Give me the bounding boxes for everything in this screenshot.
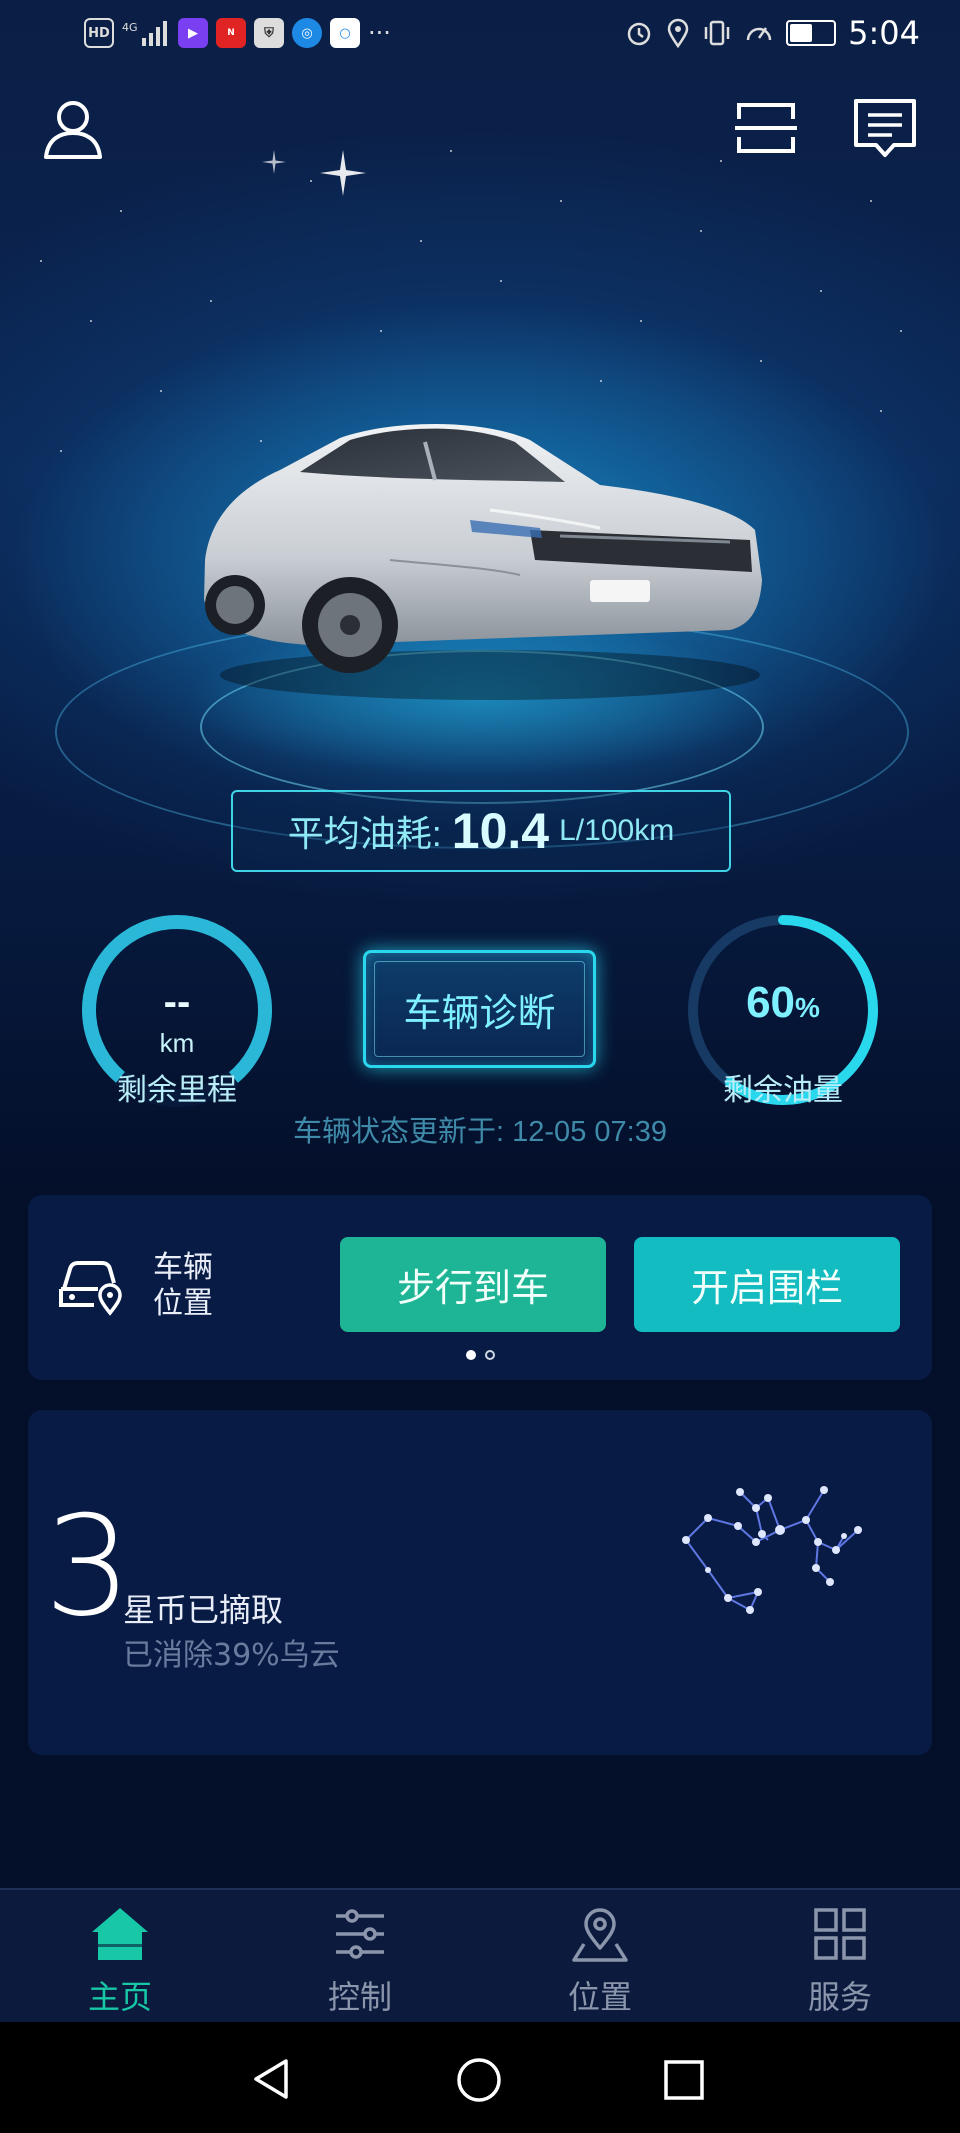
range-unit: km bbox=[159, 1028, 195, 1058]
range-caption: 剩余里程 bbox=[117, 1073, 237, 1108]
status-time: 5:04 bbox=[848, 14, 920, 52]
browser-app-icon: ◎ bbox=[292, 18, 322, 48]
page-indicator bbox=[466, 1350, 495, 1360]
page-dot bbox=[485, 1350, 495, 1360]
sparkle-icon bbox=[262, 150, 286, 174]
fuel-level-value: 60% bbox=[683, 978, 883, 1028]
search-app-icon: ○ bbox=[330, 18, 360, 48]
car-image bbox=[204, 424, 762, 700]
scan-icon[interactable] bbox=[733, 95, 799, 161]
constellation-icon bbox=[682, 1486, 862, 1614]
status-update-time: 车辆状态更新于: 12-05 07:39 bbox=[293, 1116, 667, 1148]
sliders-icon bbox=[336, 1909, 384, 1959]
tab-services-label: 服务 bbox=[807, 1978, 872, 2016]
tab-home-label: 主页 bbox=[87, 1978, 152, 2016]
label-line1: 车辆 bbox=[153, 1250, 213, 1285]
range-value: -- bbox=[163, 980, 191, 1024]
label-line2: 位置 bbox=[153, 1286, 213, 1321]
star-coin-text: 星币已摘取 bbox=[123, 1591, 284, 1629]
average-fuel-consumption: 平均油耗: 10.4 L/100km bbox=[231, 790, 731, 872]
shield-app-icon: ⛨ bbox=[254, 18, 284, 48]
star-coin-card[interactable]: 3 星币已摘取 已消除39%乌云 bbox=[28, 1410, 932, 1755]
tab-location-label: 位置 bbox=[567, 1978, 632, 2016]
location-pin-icon bbox=[667, 18, 689, 48]
status-bar: HD 4G ▶ N ⛨ ◎ ○ ··· 5:04 bbox=[0, 0, 960, 70]
alarm-icon bbox=[627, 22, 651, 46]
fuel-label: 平均油耗: bbox=[287, 813, 442, 854]
battery-icon bbox=[786, 20, 837, 46]
fuel-level-gauge: 60% 剩余油量 bbox=[683, 910, 883, 1110]
speed-icon bbox=[746, 27, 772, 41]
bottom-tab-bar: 主页 控制 位置 服务 bbox=[0, 1888, 960, 2024]
message-icon[interactable] bbox=[852, 95, 918, 161]
range-gauge: -- km 剩余里程 bbox=[77, 910, 277, 1110]
enable-geofence-button[interactable]: 开启围栏 bbox=[634, 1237, 900, 1332]
fuel-level-caption: 剩余油量 bbox=[723, 1073, 843, 1108]
page-dot bbox=[466, 1350, 476, 1360]
tab-location[interactable]: 位置 bbox=[500, 1904, 700, 2018]
home-circle-icon[interactable] bbox=[456, 2057, 502, 2103]
recents-icon[interactable] bbox=[663, 2059, 705, 2101]
vehicle-diagnosis-button[interactable]: 车辆诊断 bbox=[363, 950, 596, 1068]
fuel-level-unit: % bbox=[795, 992, 820, 1023]
tab-control[interactable]: 控制 bbox=[260, 1904, 460, 2018]
status-right-icons: 5:04 bbox=[624, 14, 920, 52]
video-app-icon: ▶ bbox=[178, 18, 208, 48]
vehicle-location-label: 车辆 位置 bbox=[153, 1250, 213, 1322]
battery-level bbox=[790, 24, 813, 42]
back-icon[interactable] bbox=[250, 2057, 294, 2101]
cloud-cleared-text: 已消除39%乌云 bbox=[123, 1638, 340, 1673]
tab-home[interactable]: 主页 bbox=[20, 1904, 220, 2018]
4g-signal-icon: 4G bbox=[122, 21, 167, 46]
vehicle-location-card: 车辆 位置 步行到车 开启围栏 bbox=[28, 1195, 932, 1380]
car-location-icon bbox=[59, 1261, 122, 1316]
button-frame bbox=[374, 961, 585, 1057]
grid-icon bbox=[814, 1908, 866, 1960]
tab-control-label: 控制 bbox=[327, 1978, 392, 2016]
user-icon[interactable] bbox=[40, 95, 106, 161]
news-app-icon: N bbox=[216, 18, 246, 48]
fuel-level-number: 60 bbox=[746, 978, 796, 1027]
vibrate-icon bbox=[704, 20, 730, 46]
tab-services[interactable]: 服务 bbox=[740, 1904, 940, 2018]
location-icon bbox=[572, 1908, 628, 1962]
fuel-unit: L/100km bbox=[559, 814, 675, 847]
status-left-icons: HD 4G ▶ N ⛨ ◎ ○ ··· bbox=[84, 18, 391, 48]
star-coin-count: 3 bbox=[44, 1486, 132, 1647]
more-dots-icon: ··· bbox=[368, 19, 391, 47]
system-nav-bar bbox=[0, 2022, 960, 2133]
fuel-value: 10.4 bbox=[451, 803, 550, 859]
walk-to-car-button[interactable]: 步行到车 bbox=[340, 1237, 606, 1332]
svg-text:4G: 4G bbox=[122, 21, 138, 34]
hd-icon: HD bbox=[84, 18, 114, 48]
home-icon bbox=[92, 1908, 148, 1960]
sparkle-icon bbox=[320, 150, 366, 196]
